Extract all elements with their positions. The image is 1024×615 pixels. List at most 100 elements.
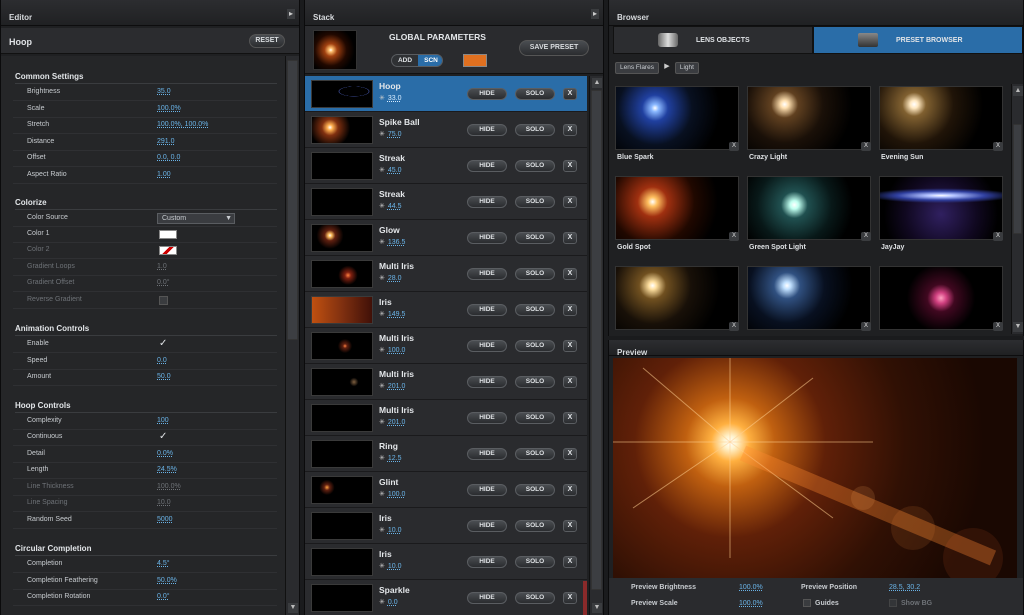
preview-scale-value[interactable]: 100.0% — [739, 600, 763, 607]
param-value[interactable]: 291.0 — [157, 138, 175, 145]
solo-button[interactable]: SOLO — [515, 268, 555, 280]
preset-item[interactable]: X — [613, 264, 741, 334]
stack-layer-row[interactable]: Iris ✳ 10.0 HIDE SOLO X — [305, 508, 587, 544]
stack-layer-row[interactable]: Sparkle ✳ 0.0 HIDE SOLO X — [305, 580, 587, 615]
layer-brightness-value[interactable]: ✳ 75.0 — [379, 130, 402, 138]
remove-preset-button[interactable]: X — [729, 322, 739, 331]
color1-swatch[interactable] — [159, 230, 177, 239]
remove-preset-button[interactable]: X — [993, 142, 1003, 151]
remove-layer-button[interactable]: X — [563, 124, 577, 136]
stack-layer-row[interactable]: Multi Iris ✳ 201.0 HIDE SOLO X — [305, 400, 587, 436]
param-value[interactable]: 50.0% — [157, 577, 177, 584]
tab-lens-objects[interactable]: LENS OBJECTS — [613, 26, 813, 54]
param-row[interactable]: Enable ✓ — [13, 337, 277, 353]
param-value[interactable]: 0.0 — [157, 357, 167, 364]
color1-row[interactable]: Color 1 — [13, 227, 277, 243]
param-value[interactable]: 0.0, 0.0 — [157, 154, 180, 161]
checkmark-icon[interactable]: ✓ — [159, 338, 167, 349]
solo-button[interactable]: SOLO — [515, 556, 555, 568]
remove-layer-button[interactable]: X — [563, 88, 577, 100]
param-row[interactable]: Completion Feathering 50.0% — [13, 574, 277, 590]
hide-button[interactable]: HIDE — [467, 484, 507, 496]
stack-layer-row[interactable]: Spike Ball ✳ 75.0 HIDE SOLO X — [305, 112, 587, 148]
preview-viewport[interactable] — [613, 358, 1017, 580]
param-value[interactable]: 100.0%, 100.0% — [157, 121, 208, 128]
layer-brightness-value[interactable]: ✳ 136.5 — [379, 238, 405, 246]
solo-button[interactable]: SOLO — [515, 88, 555, 100]
tab-preset-browser[interactable]: PRESET BROWSER — [813, 26, 1023, 54]
stack-layer-row[interactable]: Ring ✳ 12.5 HIDE SOLO X — [305, 436, 587, 472]
scroll-up-icon[interactable]: ▲ — [592, 78, 602, 88]
preset-blue-spark[interactable]: Blue Spark X — [613, 84, 741, 166]
hide-button[interactable]: HIDE — [467, 196, 507, 208]
remove-layer-button[interactable]: X — [563, 232, 577, 244]
layer-brightness-value[interactable]: ✳ 10.0 — [379, 526, 402, 534]
param-value[interactable]: 100.0% — [157, 105, 181, 112]
solo-button[interactable]: SOLO — [515, 196, 555, 208]
scroll-up-icon[interactable]: ▲ — [1013, 86, 1023, 96]
preset-green-spot-light[interactable]: Green Spot Light X — [745, 174, 873, 256]
browser-scrollbar[interactable]: ▲ ▼ — [1011, 84, 1023, 334]
collapse-arrow-icon[interactable]: ▸ — [591, 9, 599, 19]
stack-layer-row[interactable]: Multi Iris ✳ 28.0 HIDE SOLO X — [305, 256, 587, 292]
breadcrumb-item[interactable]: Light — [674, 62, 699, 74]
stack-layer-row[interactable]: Glint ✳ 100.0 HIDE SOLO X — [305, 472, 587, 508]
param-value[interactable]: 100 — [157, 417, 169, 424]
editor-scrollbar[interactable]: ▼ — [285, 56, 299, 615]
remove-layer-button[interactable]: X — [563, 556, 577, 568]
layer-brightness-value[interactable]: ✳ 12.5 — [379, 454, 402, 462]
hide-button[interactable]: HIDE — [467, 268, 507, 280]
scrollbar-thumb[interactable] — [591, 90, 602, 590]
solo-button[interactable]: SOLO — [515, 448, 555, 460]
solo-button[interactable]: SOLO — [515, 412, 555, 424]
reset-button[interactable]: RESET — [249, 34, 285, 48]
save-preset-button[interactable]: SAVE PRESET — [519, 40, 589, 56]
param-row[interactable]: Detail 0.0% — [13, 447, 277, 463]
hide-button[interactable]: HIDE — [467, 232, 507, 244]
hide-button[interactable]: HIDE — [467, 340, 507, 352]
remove-layer-button[interactable]: X — [563, 412, 577, 424]
param-row[interactable]: Stretch 100.0%, 100.0% — [13, 118, 277, 134]
param-row[interactable]: Aspect Ratio 1.00 — [13, 168, 277, 184]
collapse-arrow-icon[interactable]: ▸ — [287, 9, 295, 19]
param-row[interactable]: Length 24.5% — [13, 463, 277, 479]
global-color-swatch[interactable] — [463, 54, 487, 67]
add-option[interactable]: ADD — [392, 55, 418, 66]
layer-brightness-value[interactable]: ✳ 201.0 — [379, 382, 405, 390]
stack-layer-row[interactable]: Multi Iris ✳ 201.0 HIDE SOLO X — [305, 364, 587, 400]
stack-layer-row[interactable]: Streak ✳ 44.5 HIDE SOLO X — [305, 184, 587, 220]
param-row[interactable]: Complexity 100 — [13, 414, 277, 430]
layer-brightness-value[interactable]: ✳ 28.0 — [379, 274, 402, 282]
remove-layer-button[interactable]: X — [563, 196, 577, 208]
param-row[interactable]: Amount 50.0 — [13, 370, 277, 386]
hide-button[interactable]: HIDE — [467, 88, 507, 100]
layer-brightness-value[interactable]: ✳ 100.0 — [379, 346, 405, 354]
preset-gold-spot[interactable]: Gold Spot X — [613, 174, 741, 256]
hide-button[interactable]: HIDE — [467, 412, 507, 424]
param-row[interactable]: Scale 100.0% — [13, 102, 277, 118]
scrollbar-thumb[interactable] — [287, 60, 298, 340]
stack-layer-row[interactable]: Glow ✳ 136.5 HIDE SOLO X — [305, 220, 587, 256]
param-row[interactable]: Random Seed 5000 — [13, 513, 277, 529]
solo-button[interactable]: SOLO — [515, 304, 555, 316]
remove-layer-button[interactable]: X — [563, 484, 577, 496]
remove-preset-button[interactable]: X — [993, 232, 1003, 241]
layer-brightness-value[interactable]: ✳ 201.0 — [379, 418, 405, 426]
guides-checkbox[interactable] — [803, 599, 811, 607]
preset-jayjay[interactable]: JayJay X — [877, 174, 1005, 256]
scroll-down-icon[interactable]: ▼ — [1013, 322, 1023, 332]
stack-layer-row[interactable]: Streak ✳ 45.0 HIDE SOLO X — [305, 148, 587, 184]
preview-position-value[interactable]: 28.5, 30.2 — [889, 584, 920, 591]
stack-layer-row[interactable]: Multi Iris ✳ 100.0 HIDE SOLO X — [305, 328, 587, 364]
param-row[interactable]: Completion 4.5° — [13, 557, 277, 573]
layer-brightness-value[interactable]: ✳ 45.0 — [379, 166, 402, 174]
param-row[interactable]: Offset 0.0, 0.0 — [13, 151, 277, 167]
hide-button[interactable]: HIDE — [467, 160, 507, 172]
solo-button[interactable]: SOLO — [515, 520, 555, 532]
param-value[interactable]: 0.0° — [157, 593, 170, 600]
param-row[interactable]: Distance 291.0 — [13, 135, 277, 151]
remove-preset-button[interactable]: X — [993, 322, 1003, 331]
remove-layer-button[interactable]: X — [563, 268, 577, 280]
remove-preset-button[interactable]: X — [729, 142, 739, 151]
checkmark-icon[interactable]: ✓ — [159, 431, 167, 442]
